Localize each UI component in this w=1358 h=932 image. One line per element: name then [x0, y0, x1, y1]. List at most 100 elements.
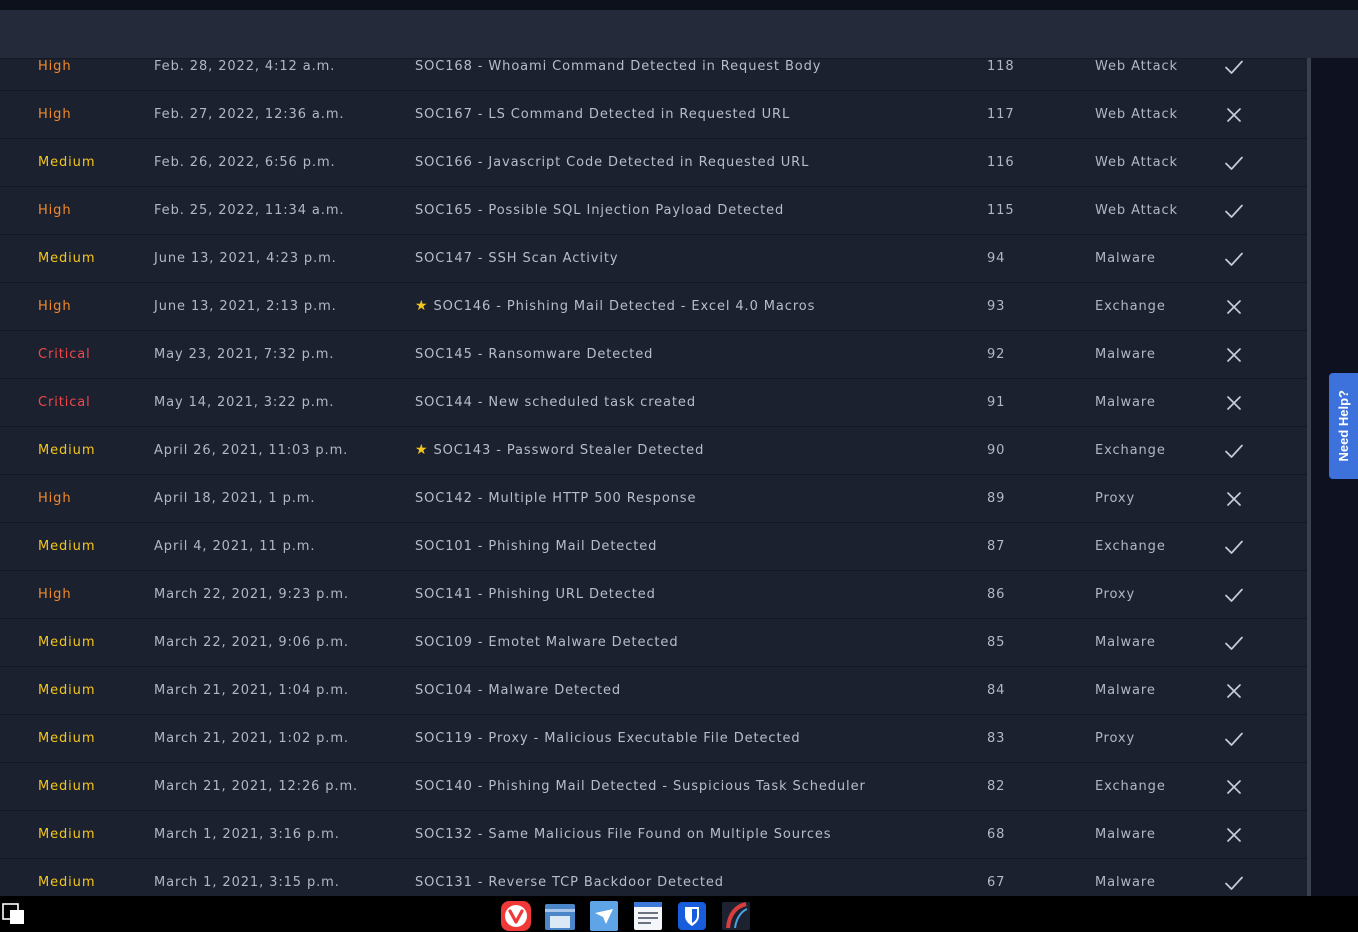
event-id: 92	[987, 347, 1006, 362]
event-id: 91	[987, 395, 1006, 410]
severity-label: Medium	[38, 827, 96, 842]
alert-type: Exchange	[1095, 443, 1166, 458]
alert-row[interactable]: Critical May 23, 2021, 7:32 p.m. SOC145 - …	[0, 331, 1307, 379]
terminal-icon[interactable]	[720, 900, 752, 932]
window-switcher-icon[interactable]	[0, 900, 28, 928]
alert-type: Proxy	[1095, 731, 1136, 746]
alert-date: Feb. 26, 2022, 6:56 p.m.	[154, 155, 336, 170]
event-id: 85	[987, 635, 1006, 650]
table-header-bar	[0, 10, 1358, 59]
alert-date: March 22, 2021, 9:06 p.m.	[154, 635, 349, 650]
check-icon	[1223, 427, 1245, 474]
rule-name-link[interactable]: SOC140 - Phishing Mail Detected - Suspic…	[415, 763, 866, 810]
alert-type: Exchange	[1095, 299, 1166, 314]
event-id: 89	[987, 491, 1006, 506]
alert-row[interactable]: Medium March 22, 2021, 9:06 p.m. SOC109 - …	[0, 619, 1307, 667]
severity-label: Medium	[38, 731, 96, 746]
alert-row[interactable]: Medium March 21, 2021, 1:02 p.m. SOC119 - …	[0, 715, 1307, 763]
rule-name-link[interactable]: SOC101 - Phishing Mail Detected	[415, 523, 657, 570]
rule-name-text: SOC147 - SSH Scan Activity	[415, 251, 619, 266]
rule-name-text: SOC165 - Possible SQL Injection Payload …	[415, 203, 785, 218]
event-id: 86	[987, 587, 1006, 602]
alert-row[interactable]: Medium March 21, 2021, 12:26 p.m. SOC140 -…	[0, 763, 1307, 811]
star-icon: ★	[415, 298, 429, 314]
alert-type: Malware	[1095, 395, 1156, 410]
alert-date: March 1, 2021, 3:15 p.m.	[154, 875, 340, 890]
alert-type: Malware	[1095, 251, 1156, 266]
bitwarden-icon[interactable]	[676, 900, 708, 932]
event-id: 68	[987, 827, 1006, 842]
cross-icon	[1223, 331, 1245, 378]
alert-row[interactable]: High Feb. 27, 2022, 12:36 a.m. SOC167 - LS…	[0, 91, 1307, 139]
rule-name-text: SOC140 - Phishing Mail Detected - Suspic…	[415, 779, 866, 794]
alert-date: March 21, 2021, 1:02 p.m.	[154, 731, 349, 746]
need-help-label: Need Help?	[1336, 390, 1351, 462]
alert-row[interactable]: High March 22, 2021, 9:23 p.m. SOC141 - Ph…	[0, 571, 1307, 619]
rule-name-link[interactable]: SOC131 - Reverse TCP Backdoor Detected	[415, 859, 724, 896]
text-editor-icon[interactable]	[632, 900, 664, 932]
check-icon	[1223, 235, 1245, 282]
need-help-button[interactable]: Need Help?	[1329, 373, 1358, 479]
rule-name-link[interactable]: SOC167 - LS Command Detected in Requeste…	[415, 91, 790, 138]
rule-name-link[interactable]: SOC166 - Javascript Code Detected in Req…	[415, 139, 809, 186]
alert-type: Exchange	[1095, 539, 1166, 554]
alert-row[interactable]: Medium April 4, 2021, 11 p.m. SOC101 - Phi…	[0, 523, 1307, 571]
vivaldi-browser-icon[interactable]	[500, 900, 532, 932]
rule-name-link[interactable]: SOC147 - SSH Scan Activity	[415, 235, 619, 282]
alert-type: Malware	[1095, 683, 1156, 698]
rule-name-link[interactable]: SOC119 - Proxy - Malicious Executable Fi…	[415, 715, 801, 762]
check-icon	[1223, 619, 1245, 666]
alert-type: Malware	[1095, 875, 1156, 890]
alert-date: May 14, 2021, 3:22 p.m.	[154, 395, 335, 410]
rule-name-link[interactable]: SOC165 - Possible SQL Injection Payload …	[415, 187, 784, 234]
alert-row[interactable]: Medium March 21, 2021, 1:04 p.m. SOC104 - …	[0, 667, 1307, 715]
alert-date: June 13, 2021, 4:23 p.m.	[154, 251, 337, 266]
rule-name-link[interactable]: ★ SOC143 - Password Stealer Detected	[415, 427, 704, 474]
alert-row[interactable]: High Feb. 25, 2022, 11:34 a.m. SOC165 - Po…	[0, 187, 1307, 235]
alert-row[interactable]: Medium April 26, 2021, 11:03 p.m. ★ SOC143 …	[0, 427, 1307, 475]
alert-row[interactable]: Medium March 1, 2021, 3:15 p.m. SOC131 - R…	[0, 859, 1307, 896]
rule-name-link[interactable]: SOC142 - Multiple HTTP 500 Response	[415, 475, 696, 522]
rule-name-text: SOC131 - Reverse TCP Backdoor Detected	[415, 875, 724, 890]
check-icon	[1223, 715, 1245, 762]
severity-label: High	[38, 587, 72, 602]
rule-name-link[interactable]: SOC144 - New scheduled task created	[415, 379, 696, 426]
severity-label: Medium	[38, 251, 96, 266]
rule-name-text: SOC104 - Malware Detected	[415, 683, 622, 698]
rule-name-link[interactable]: SOC109 - Emotet Malware Detected	[415, 619, 678, 666]
alert-row[interactable]: High June 13, 2021, 2:13 p.m. ★ SOC146 - Ph…	[0, 283, 1307, 331]
rule-name-link[interactable]: SOC145 - Ransomware Detected	[415, 331, 653, 378]
rule-name-link[interactable]: SOC141 - Phishing URL Detected	[415, 571, 656, 618]
severity-label: Critical	[38, 395, 91, 410]
alert-type: Malware	[1095, 347, 1156, 362]
alert-row[interactable]: Medium March 1, 2021, 3:16 p.m. SOC132 - S…	[0, 811, 1307, 859]
severity-label: Medium	[38, 635, 96, 650]
alert-type: Proxy	[1095, 587, 1136, 602]
alert-type: Malware	[1095, 827, 1156, 842]
rule-name-link[interactable]: SOC132 - Same Malicious File Found on Mu…	[415, 811, 831, 858]
alert-date: Feb. 25, 2022, 11:34 a.m.	[154, 203, 345, 218]
rule-name-text: SOC142 - Multiple HTTP 500 Response	[415, 491, 697, 506]
alert-row[interactable]: Medium June 13, 2021, 4:23 p.m. SOC147 - S…	[0, 235, 1307, 283]
mail-client-icon[interactable]	[588, 900, 620, 932]
alert-date: April 26, 2021, 11:03 p.m.	[154, 443, 349, 458]
alert-row[interactable]: Critical May 14, 2021, 3:22 p.m. SOC144 - …	[0, 379, 1307, 427]
rule-name-link[interactable]: SOC104 - Malware Detected	[415, 667, 621, 714]
rule-name-text: SOC109 - Emotet Malware Detected	[415, 635, 679, 650]
rule-name-text: SOC141 - Phishing URL Detected	[415, 587, 656, 602]
alert-row[interactable]: High April 18, 2021, 1 p.m. SOC142 - Multi…	[0, 475, 1307, 523]
event-id: 115	[987, 203, 1015, 218]
alert-row[interactable]: Medium Feb. 26, 2022, 6:56 p.m. SOC166 - J…	[0, 139, 1307, 187]
alert-date: April 18, 2021, 1 p.m.	[154, 491, 316, 506]
event-id: 93	[987, 299, 1006, 314]
severity-label: Critical	[38, 347, 91, 362]
alert-date: March 22, 2021, 9:23 p.m.	[154, 587, 349, 602]
severity-label: Medium	[38, 155, 96, 170]
file-manager-icon[interactable]	[544, 900, 576, 932]
rule-name-link[interactable]: ★ SOC146 - Phishing Mail Detected - Excel…	[415, 283, 815, 330]
cross-icon	[1223, 91, 1245, 138]
event-id: 117	[987, 107, 1015, 122]
rule-name-text: SOC167 - LS Command Detected in Requeste…	[415, 107, 791, 122]
cross-icon	[1223, 379, 1245, 426]
severity-label: Medium	[38, 683, 96, 698]
